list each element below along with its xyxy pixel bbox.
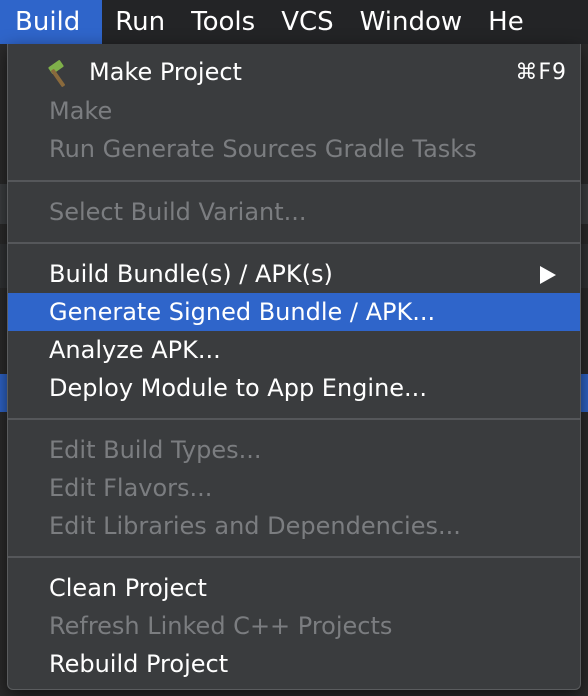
menu-item-rebuild-project[interactable]: Rebuild Project: [8, 645, 580, 683]
menubar-vcs[interactable]: VCS: [268, 0, 346, 44]
menu-separator: [8, 180, 580, 182]
menu-item-refresh-linked-cpp: Refresh Linked C++ Projects: [49, 612, 393, 640]
hammer-icon: [48, 60, 65, 87]
menu-item-select-build-variant: Select Build Variant...: [49, 198, 307, 226]
shortcut-label: ⌘F9: [515, 60, 567, 85]
menu-item-build-bundle[interactable]: Build Bundle(s) / APK(s): [8, 255, 580, 293]
menu-item-clean-project[interactable]: Clean Project: [8, 569, 580, 607]
menu-item-edit-build-types: Edit Build Types...: [49, 436, 262, 464]
menubar-run[interactable]: Run: [102, 0, 178, 44]
menu-item-generate-signed-bundle[interactable]: Generate Signed Bundle / APK...: [8, 293, 580, 331]
screen: Build Run Tools VCS Window He Make Proje…: [0, 0, 588, 696]
menu-item-run-generate-sources: Run Generate Sources Gradle Tasks: [49, 135, 477, 163]
menu-separator: [8, 242, 580, 244]
menu-item-make: Make: [49, 97, 113, 125]
menu-separator: [8, 418, 580, 420]
menubar-window[interactable]: Window: [347, 0, 476, 44]
menu-item-label: Build Bundle(s) / APK(s): [49, 260, 333, 288]
build-menu: Make Project ⌘F9 Make Run Generate Sourc…: [7, 44, 581, 690]
menu-item-edit-libraries: Edit Libraries and Dependencies...: [49, 512, 461, 540]
menu-item-label: Make Project: [89, 58, 242, 86]
menu-bar: Build Run Tools VCS Window He: [0, 0, 588, 44]
menu-separator: [8, 556, 580, 558]
submenu-arrow-icon: [540, 266, 556, 284]
menu-item-deploy-module[interactable]: Deploy Module to App Engine...: [8, 369, 580, 407]
menubar-help[interactable]: He: [475, 0, 537, 44]
menubar-tools[interactable]: Tools: [178, 0, 268, 44]
menubar-build[interactable]: Build: [0, 0, 103, 44]
menu-item-make-project[interactable]: Make Project ⌘F9: [8, 53, 580, 91]
menu-item-edit-flavors: Edit Flavors...: [49, 474, 213, 502]
menu-item-analyze-apk[interactable]: Analyze APK...: [8, 331, 580, 369]
